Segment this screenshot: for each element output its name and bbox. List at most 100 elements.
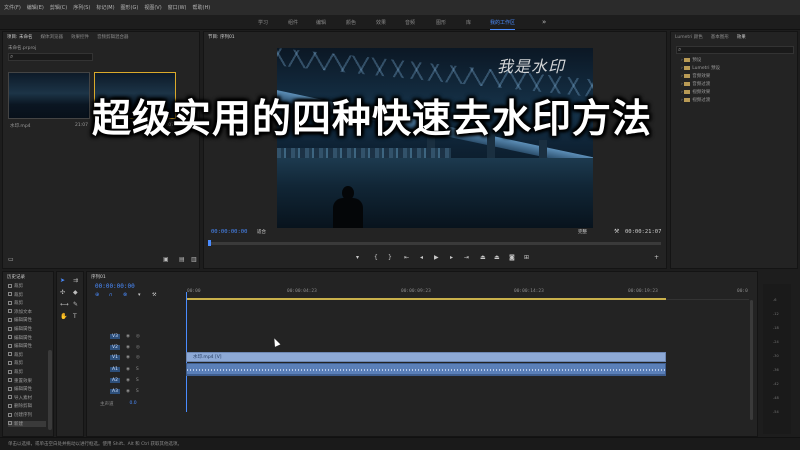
extract-icon[interactable]: ⏏: [494, 254, 500, 261]
track-header[interactable]: V1 ◉ ◎: [110, 352, 195, 363]
effects-search-input[interactable]: [676, 46, 794, 54]
workspace-tab[interactable]: 库: [466, 19, 471, 26]
menu-item[interactable]: 视图(V): [144, 4, 161, 11]
sync-lock-icon[interactable]: ◉: [126, 355, 130, 360]
effect-folder[interactable]: › 音频过渡: [681, 81, 710, 87]
wrench-icon[interactable]: ⚒: [614, 228, 619, 235]
snap-icon[interactable]: ∩: [109, 292, 113, 298]
tab-lumetri[interactable]: Lumetri 颜色: [675, 34, 703, 40]
menu-item[interactable]: 剪辑(C): [50, 4, 67, 11]
tab-media-browser[interactable]: 媒体浏览器: [40, 34, 63, 40]
nest-icon[interactable]: ⊕: [95, 292, 99, 298]
workspace-tab[interactable]: 组件: [288, 19, 298, 26]
video-clip[interactable]: 水印.mp4 [V]: [186, 352, 666, 362]
track-header[interactable]: A2 ◉ S: [110, 375, 195, 386]
new-item-icon[interactable]: ▤: [179, 256, 185, 263]
track-header[interactable]: A1 ◉ S: [110, 364, 195, 375]
workspace-tab[interactable]: 音频: [405, 19, 415, 26]
new-bin-icon[interactable]: ▣: [163, 256, 169, 263]
eye-icon[interactable]: ◎: [136, 334, 140, 339]
linked-selection-icon[interactable]: ⊗: [123, 292, 127, 298]
lift-icon[interactable]: ⏏: [480, 254, 486, 261]
razor-tool-icon[interactable]: ◆: [73, 289, 78, 296]
go-to-in-icon[interactable]: ⇤: [404, 254, 409, 261]
timeline-tab[interactable]: 序列01: [91, 274, 106, 280]
clip-thumbnail[interactable]: [8, 72, 90, 119]
timeline-settings-icon[interactable]: ⚒: [152, 292, 156, 298]
timeline-timecode[interactable]: 00:00:00:00: [95, 283, 135, 290]
tab-essential-graphics[interactable]: 基本图形: [711, 34, 729, 40]
audio-clip[interactable]: [186, 363, 666, 375]
solo-icon[interactable]: S: [136, 367, 139, 372]
history-item[interactable]: 裁剪: [8, 352, 23, 358]
workspace-tab-active[interactable]: 我的工作区: [490, 19, 516, 30]
trash-icon[interactable]: ▥: [191, 256, 197, 263]
mute-icon[interactable]: ◉: [126, 389, 130, 394]
go-to-out-icon[interactable]: ⇥: [464, 254, 469, 261]
history-item[interactable]: 添加文本: [8, 309, 32, 315]
effect-folder[interactable]: › 音频效果: [681, 73, 710, 79]
track-header[interactable]: V3 ◉ ◎: [110, 331, 195, 342]
fit-dropdown[interactable]: 适合: [257, 229, 266, 235]
menu-item[interactable]: 帮助(H): [193, 4, 211, 11]
workspace-tab[interactable]: 效果: [376, 19, 386, 26]
add-marker-icon[interactable]: ▾: [138, 292, 141, 298]
tab-project[interactable]: 项目: 未命名: [7, 34, 32, 40]
lock-icon[interactable]: ▭: [8, 256, 14, 263]
effect-folder[interactable]: › 视频过渡: [681, 97, 710, 103]
step-back-icon[interactable]: ◂: [420, 254, 423, 261]
menu-item[interactable]: 序列(S): [73, 4, 90, 11]
add-button-icon[interactable]: +: [654, 254, 659, 261]
menu-item[interactable]: 标记(M): [96, 4, 114, 11]
mute-icon[interactable]: ◉: [126, 367, 130, 372]
history-item[interactable]: 新建: [8, 420, 46, 427]
history-item[interactable]: 裁剪: [8, 369, 23, 375]
step-forward-icon[interactable]: ▸: [450, 254, 453, 261]
mark-in-icon[interactable]: {: [374, 254, 378, 261]
pen-tool-icon[interactable]: ✎: [73, 301, 78, 308]
history-item[interactable]: 重置效果: [8, 378, 32, 384]
history-item[interactable]: 裁剪: [8, 283, 23, 289]
button-editor-icon[interactable]: ⊞: [524, 254, 529, 261]
history-item[interactable]: 创建序列: [8, 412, 32, 418]
eye-icon[interactable]: ◎: [136, 355, 140, 360]
track-header[interactable]: A3 ◉ S: [110, 386, 195, 397]
effect-folder[interactable]: › Lumetri 预设: [681, 65, 720, 71]
workspace-more-icon[interactable]: »: [542, 18, 546, 26]
program-monitor-title[interactable]: 节目: 序列01: [208, 34, 235, 40]
solo-icon[interactable]: S: [136, 378, 139, 383]
history-item[interactable]: 裁剪: [8, 292, 23, 298]
slip-tool-icon[interactable]: ⟷: [60, 301, 69, 308]
effect-folder[interactable]: › 视频效果: [681, 89, 710, 95]
workspace-tab[interactable]: 颜色: [346, 19, 356, 26]
quality-dropdown[interactable]: 完整: [578, 229, 587, 235]
eye-icon[interactable]: ◎: [136, 345, 140, 350]
program-timecode[interactable]: 00:00:00:00: [211, 229, 247, 235]
marker-icon[interactable]: ▾: [356, 254, 359, 261]
ripple-edit-icon[interactable]: ✣: [60, 289, 65, 296]
track-label[interactable]: V1: [110, 355, 120, 360]
history-title[interactable]: 历史记录: [7, 274, 25, 280]
hand-tool-icon[interactable]: ✋: [60, 313, 67, 320]
camera-icon[interactable]: ◙: [509, 254, 515, 261]
work-area-bar[interactable]: [186, 298, 666, 300]
timeline-vertical-scrollbar[interactable]: [750, 300, 753, 420]
track-label[interactable]: V2: [110, 345, 120, 350]
workspace-tab[interactable]: 学习: [258, 19, 268, 26]
history-item[interactable]: 编辑属性: [8, 317, 32, 323]
track-label[interactable]: A2: [110, 378, 120, 383]
history-item[interactable]: 编辑属性: [8, 386, 32, 392]
track-select-icon[interactable]: ⇉: [73, 277, 78, 284]
type-tool-icon[interactable]: T: [73, 313, 77, 320]
master-volume-value[interactable]: 0.0: [130, 401, 137, 406]
history-item[interactable]: 导入素材: [8, 395, 32, 401]
history-item[interactable]: 裁剪: [8, 360, 23, 366]
track-label[interactable]: V3: [110, 334, 120, 339]
track-label[interactable]: A1: [110, 367, 120, 372]
solo-icon[interactable]: S: [136, 389, 139, 394]
play-icon[interactable]: ▶: [434, 254, 439, 261]
mark-out-icon[interactable]: }: [388, 254, 392, 261]
program-playhead[interactable]: [208, 240, 211, 246]
menu-item[interactable]: 编辑(E): [27, 4, 44, 11]
history-item[interactable]: 编辑属性: [8, 335, 32, 341]
